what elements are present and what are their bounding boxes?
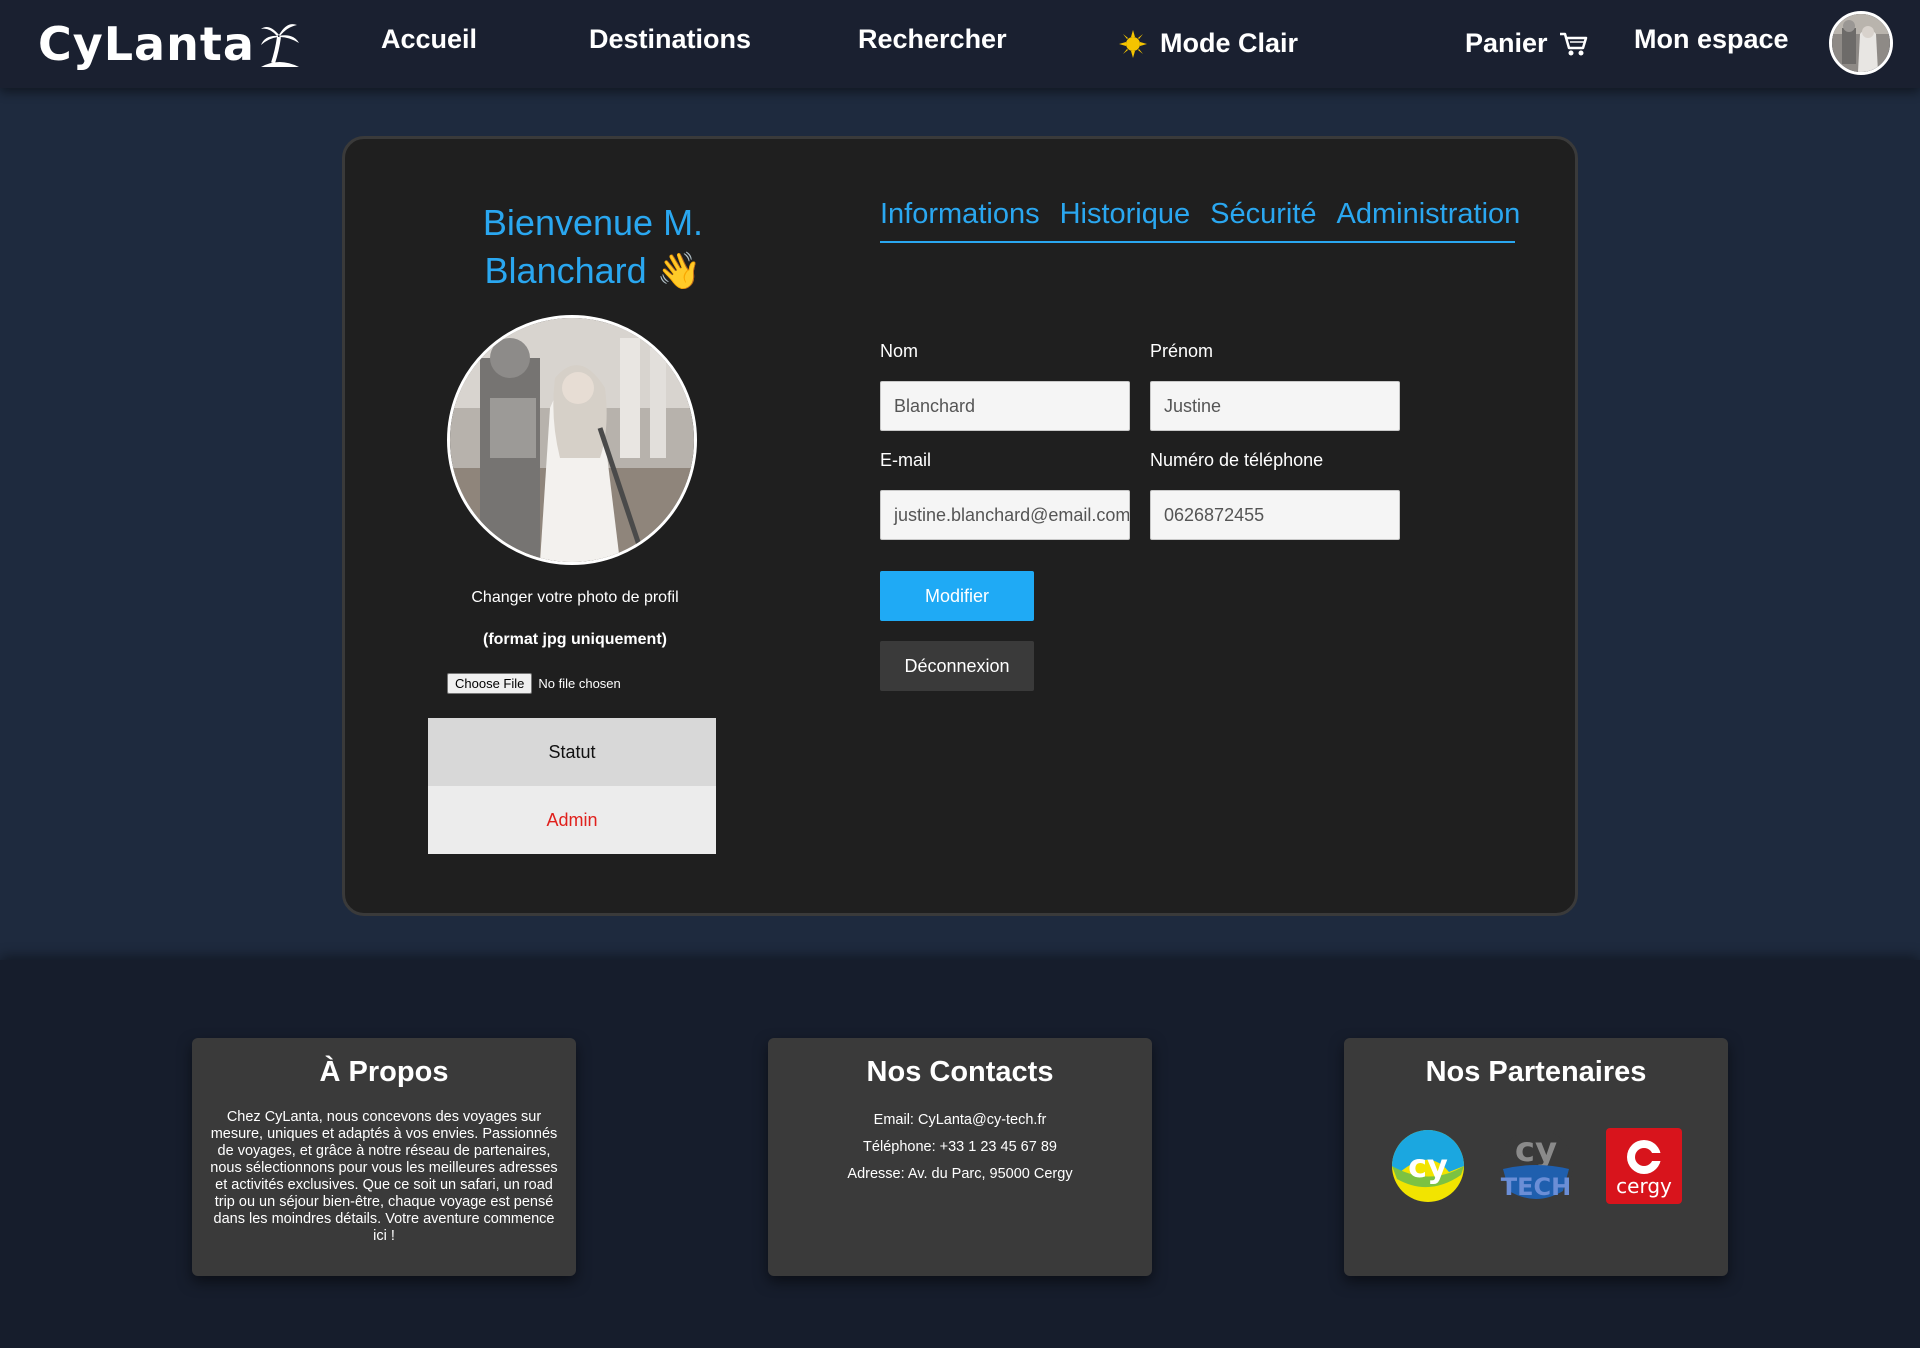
header-avatar[interactable] bbox=[1829, 11, 1893, 75]
photo-format-note: (format jpg uniquement) bbox=[483, 631, 667, 648]
welcome-heading: Bienvenue M. Blanchard 👋 bbox=[482, 202, 704, 291]
profile-tabs: Informations Historique Sécurité Adminis… bbox=[880, 197, 1520, 243]
phone-field[interactable]: 0626872455 bbox=[1150, 490, 1400, 540]
contact-email: Email: CyLanta@cy-tech.fr bbox=[873, 1112, 1047, 1128]
mode-toggle-label: Mode Clair bbox=[1160, 28, 1299, 58]
nav-panier[interactable]: Panier bbox=[1465, 28, 1588, 59]
profile-picture bbox=[447, 315, 697, 565]
top-navbar: CyLanta Accueil Destinations Rechercher bbox=[0, 0, 1920, 88]
about-text: Chez CyLanta, nous concevons des voyages… bbox=[210, 1109, 558, 1244]
contact-phone: Téléphone: +33 1 23 45 67 89 bbox=[863, 1139, 1057, 1155]
palm-tree-icon bbox=[260, 24, 299, 67]
email-field[interactable]: justine.blanchard@email.com bbox=[880, 490, 1130, 540]
deconnexion-button[interactable]: Déconnexion bbox=[880, 641, 1034, 691]
tab-administration[interactable]: Administration bbox=[1337, 197, 1521, 241]
nav-destinations[interactable]: Destinations bbox=[589, 24, 751, 55]
avatar-image bbox=[1832, 14, 1890, 72]
contacts-title: Nos Contacts bbox=[866, 1056, 1054, 1088]
partners-title: Nos Partenaires bbox=[1425, 1056, 1647, 1088]
svg-text:cy: cy bbox=[1515, 1130, 1557, 1170]
prenom-label: Prénom bbox=[1150, 341, 1214, 361]
nav-mon-espace[interactable]: Mon espace bbox=[1634, 24, 1789, 55]
mode-toggle-button[interactable]: Mode Clair bbox=[1118, 28, 1298, 59]
cy-logo[interactable]: cy bbox=[1389, 1127, 1467, 1205]
tab-historique[interactable]: Historique bbox=[1060, 197, 1191, 241]
about-card: À Propos Chez CyLanta, nous concevons de… bbox=[192, 1038, 576, 1276]
change-photo-label: Changer votre photo de profil bbox=[471, 589, 679, 606]
nav-accueil[interactable]: Accueil bbox=[381, 24, 477, 55]
profile-photo-image bbox=[450, 318, 694, 562]
svg-text:cergy: cergy bbox=[1616, 1174, 1672, 1198]
file-input: Choose File No file chosen bbox=[447, 673, 621, 694]
logo-text: CyLanta bbox=[38, 17, 255, 71]
contact-address: Adresse: Av. du Parc, 95000 Cergy bbox=[847, 1166, 1073, 1182]
cergy-logo[interactable]: cergy bbox=[1605, 1127, 1683, 1205]
sun-icon bbox=[1119, 29, 1147, 58]
tab-securite[interactable]: Sécurité bbox=[1210, 197, 1316, 241]
profile-card: Bienvenue M. Blanchard 👋 Changer votre p… bbox=[342, 136, 1578, 916]
status-table: Statut Admin bbox=[428, 718, 716, 854]
status-header: Statut bbox=[428, 718, 716, 786]
panier-label: Panier bbox=[1465, 28, 1548, 58]
cylanta-logo[interactable]: CyLanta bbox=[38, 14, 301, 74]
choose-file-button[interactable]: Choose File bbox=[447, 673, 533, 694]
nav-rechercher[interactable]: Rechercher bbox=[858, 24, 1007, 55]
nom-label: Nom bbox=[880, 341, 919, 361]
svg-text:TECH: TECH bbox=[1501, 1173, 1571, 1201]
partners-card: Nos Partenaires cy cy TECH cergy bbox=[1344, 1038, 1728, 1276]
svg-text:cy: cy bbox=[1408, 1147, 1448, 1185]
email-label: E-mail bbox=[880, 450, 932, 470]
cart-icon bbox=[1559, 32, 1587, 55]
footer: À Propos Chez CyLanta, nous concevons de… bbox=[0, 960, 1920, 1348]
file-status: No file chosen bbox=[538, 676, 621, 691]
tab-informations[interactable]: Informations bbox=[880, 197, 1040, 241]
nom-field[interactable]: Blanchard bbox=[880, 381, 1130, 431]
prenom-field[interactable]: Justine bbox=[1150, 381, 1400, 431]
phone-label: Numéro de téléphone bbox=[1150, 450, 1324, 470]
status-value: Admin bbox=[428, 786, 716, 854]
about-title: À Propos bbox=[319, 1056, 449, 1088]
cy-tech-logo[interactable]: cy TECH bbox=[1497, 1127, 1575, 1205]
contacts-card: Nos Contacts Email: CyLanta@cy-tech.fr T… bbox=[768, 1038, 1152, 1276]
modifier-button[interactable]: Modifier bbox=[880, 571, 1034, 621]
